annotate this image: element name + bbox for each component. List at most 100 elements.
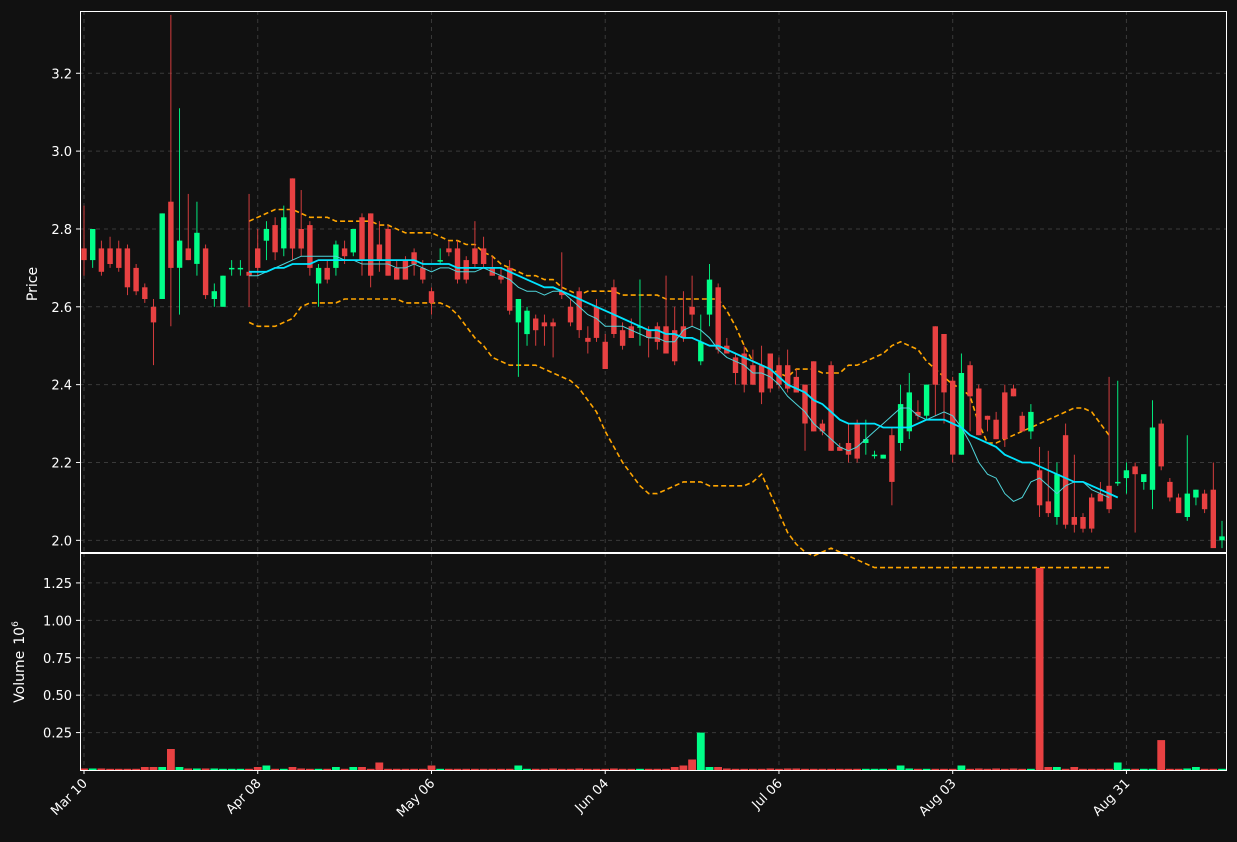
candle-body (1106, 485, 1112, 510)
candle-body (150, 306, 157, 323)
volume-bar (540, 768, 549, 770)
volume-bar (140, 767, 149, 770)
volume-bar (844, 768, 853, 770)
price-panel-bg (80, 11, 1226, 552)
volume-bar (384, 768, 392, 770)
price-tick-label: 2.6 (51, 301, 72, 316)
candle-body (124, 248, 131, 288)
volume-bar (297, 768, 306, 770)
volume-bar (1053, 767, 1061, 770)
candle-body (1080, 517, 1086, 529)
candle-body (1167, 481, 1173, 498)
candle-body (185, 248, 191, 261)
volume-bar (167, 749, 175, 770)
volume-bar (488, 768, 497, 770)
volume-bar (722, 768, 731, 770)
x-tick-label: Aug 03 (916, 776, 959, 819)
volume-bar (992, 768, 1000, 770)
candle-body (593, 306, 600, 338)
volume-bar (227, 768, 236, 770)
volume-bar (219, 768, 227, 770)
candle-body (1132, 466, 1138, 475)
candle-body (1193, 489, 1199, 498)
volume-bar (575, 768, 584, 770)
volume-tick-label: 0.50 (43, 689, 72, 704)
volume-bar (462, 768, 471, 770)
candle-body (984, 415, 991, 420)
candle-body (698, 341, 704, 362)
volume-bar (896, 765, 905, 770)
volume-bar (1035, 568, 1044, 770)
volume-bar (549, 768, 557, 770)
candle-body (602, 341, 608, 369)
candle-body (376, 244, 383, 261)
candle-body (1002, 392, 1008, 440)
volume-bar (106, 768, 114, 770)
volume-bar (740, 768, 749, 770)
volume-axis-label-exponent: 6 (11, 621, 21, 627)
candle-body (411, 252, 417, 264)
candle-body (715, 287, 721, 350)
volume-bar (1044, 767, 1053, 770)
candle-body (142, 287, 148, 299)
candle-body (585, 337, 591, 342)
volume-bar (253, 767, 262, 770)
candle-body (732, 357, 739, 373)
volume-bar (97, 768, 106, 770)
candle-body (619, 330, 626, 346)
candle-body (689, 306, 695, 315)
candle-body (576, 291, 582, 331)
candle-body (507, 267, 513, 311)
candle-body (1010, 388, 1017, 397)
volume-bar (749, 768, 757, 770)
volume-bar (853, 768, 861, 770)
volume-bar (714, 767, 722, 770)
volume-bar (392, 768, 401, 770)
candle-body (341, 248, 348, 257)
volume-bar (1218, 768, 1226, 770)
price-tick-label: 2.2 (51, 456, 72, 471)
volume-bar (375, 762, 384, 770)
volume-bar (497, 768, 505, 770)
volume-bar (861, 768, 870, 770)
candle-body (871, 454, 878, 457)
candle-body (845, 443, 852, 455)
candle-body (976, 388, 982, 436)
volume-bar (149, 767, 158, 770)
volume-bar (627, 768, 636, 770)
volume-bar (688, 759, 696, 770)
x-tick-label: Jul 06 (749, 776, 786, 813)
candle-body (932, 326, 938, 385)
candle-body (1219, 536, 1225, 541)
candle-body (1123, 470, 1130, 479)
volume-bar (1166, 768, 1174, 770)
price-axis-label: Price (25, 267, 41, 301)
volume-bar (792, 768, 801, 770)
volume-bar (662, 768, 670, 770)
candle-body (1054, 474, 1060, 517)
candle-body (1045, 501, 1051, 514)
candle-body (1201, 493, 1208, 510)
candle-body (368, 213, 374, 276)
candle-body (428, 291, 435, 303)
volume-bar (514, 765, 523, 770)
volume-bar (636, 768, 644, 770)
volume-bar (245, 768, 253, 770)
candle-body (289, 178, 296, 249)
candle-body (628, 326, 634, 338)
candle-body (533, 318, 539, 331)
volume-bar (731, 768, 740, 770)
candle-body (1062, 435, 1069, 525)
volume-bar (618, 768, 627, 770)
candle-body (229, 267, 235, 270)
volume-bar (879, 768, 888, 770)
candle-body (941, 334, 947, 393)
candle-body (420, 267, 426, 280)
volume-tick-label: 1.00 (43, 614, 72, 629)
candle-body (81, 248, 87, 261)
candle-body (880, 454, 886, 459)
candle-body (107, 248, 113, 264)
price-tick-label: 2.4 (51, 379, 72, 394)
volume-bar (1061, 768, 1070, 770)
candle-body (541, 322, 548, 327)
